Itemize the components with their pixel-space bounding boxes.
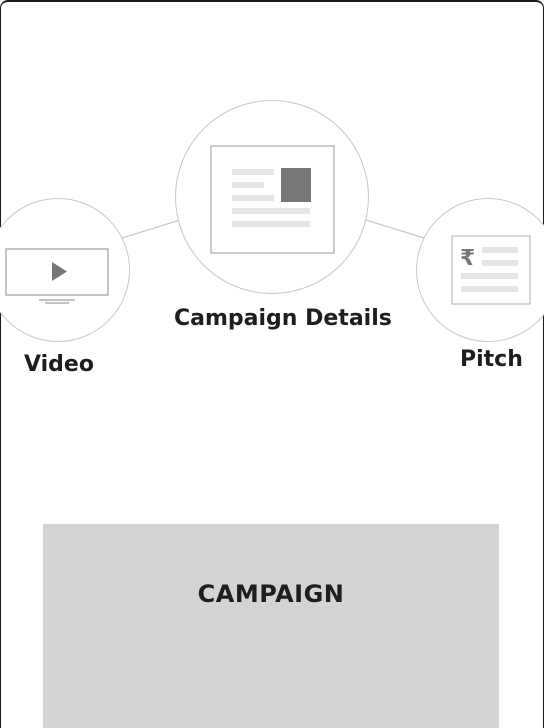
step-video[interactable]: [0, 198, 130, 342]
campaign-button[interactable]: CAMPAIGN: [43, 524, 499, 728]
svg-text:₹: ₹: [460, 246, 475, 271]
document-icon: [210, 145, 335, 254]
step-campaign-details-label[interactable]: Campaign Details: [174, 306, 392, 331]
campaign-button-label: CAMPAIGN: [197, 580, 345, 608]
step-campaign-details[interactable]: [175, 100, 369, 294]
step-video-label[interactable]: Video: [24, 352, 94, 377]
step-pitch[interactable]: ₹: [416, 198, 544, 342]
video-monitor-icon: [5, 248, 109, 304]
rupee-document-icon: ₹: [451, 235, 531, 305]
step-pitch-label[interactable]: Pitch: [460, 347, 523, 372]
connector-details-pitch: [365, 219, 425, 239]
